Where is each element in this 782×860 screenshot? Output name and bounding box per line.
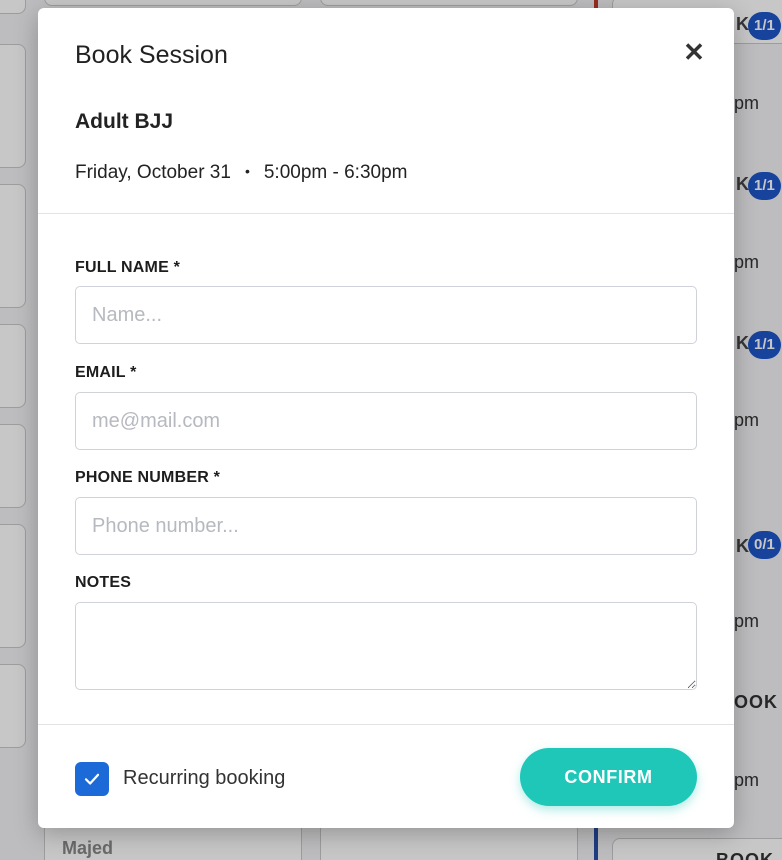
notes-textarea[interactable]: [75, 602, 697, 690]
full-name-label: FULL NAME *: [75, 259, 181, 276]
close-icon: ✕: [683, 36, 705, 67]
full-name-input[interactable]: [75, 286, 697, 344]
email-label: EMAIL *: [75, 364, 137, 381]
modal-title: Book Session: [75, 41, 228, 69]
session-datetime: Friday, October 31 • 5:00pm - 6:30pm: [75, 162, 407, 184]
class-name: Adult BJJ: [75, 110, 174, 133]
recurring-checkbox[interactable]: [75, 762, 109, 796]
modal-header: Book Session ✕ Adult BJJ Friday, October…: [38, 8, 734, 214]
close-button[interactable]: ✕: [678, 36, 710, 68]
confirm-button[interactable]: CONFIRM: [520, 748, 697, 806]
phone-input[interactable]: [75, 497, 697, 555]
book-session-modal: Book Session ✕ Adult BJJ Friday, October…: [38, 8, 734, 828]
separator-dot: •: [244, 163, 250, 179]
check-icon: [84, 773, 100, 785]
phone-label: PHONE NUMBER *: [75, 469, 221, 486]
modal-footer: Recurring booking CONFIRM: [38, 724, 734, 828]
email-input[interactable]: [75, 392, 697, 450]
session-date: Friday, October 31: [75, 162, 231, 183]
session-time: 5:00pm - 6:30pm: [263, 162, 408, 183]
recurring-label[interactable]: Recurring booking: [123, 767, 285, 790]
notes-label: NOTES: [75, 574, 132, 591]
